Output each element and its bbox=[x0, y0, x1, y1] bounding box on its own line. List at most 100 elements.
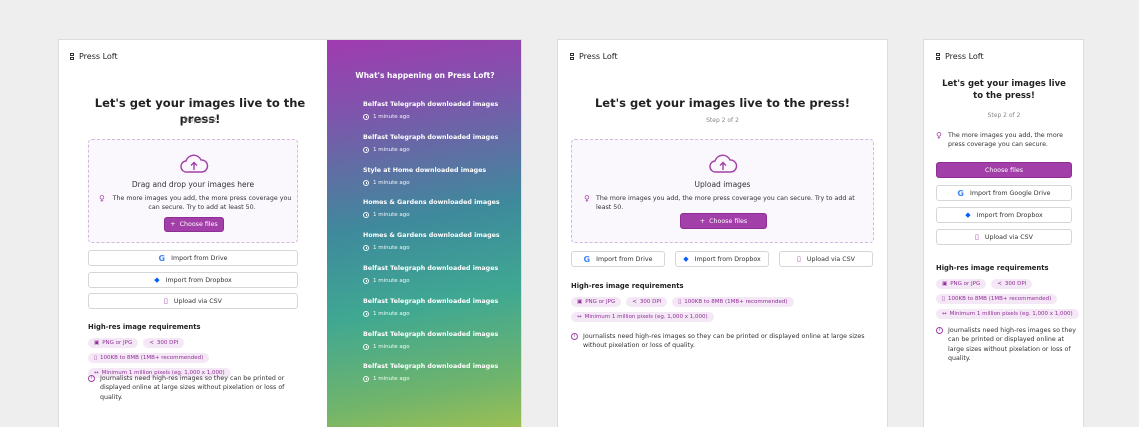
desktop-frame: Press Loft Let's get your images live to… bbox=[58, 39, 522, 427]
clock-icon bbox=[363, 114, 369, 120]
info-note: i Journalists need high-res images so th… bbox=[936, 326, 1076, 364]
page-title: Let's get your images live to the press! bbox=[942, 79, 1066, 101]
dropbox-icon: ◆ bbox=[154, 276, 160, 284]
requirements-title: High-res image requirements bbox=[571, 282, 684, 290]
requirements-title: High-res image requirements bbox=[88, 323, 201, 331]
pill-format: ▣ PNG or JPG bbox=[936, 279, 987, 289]
dpi-icon: ≺ bbox=[149, 340, 154, 346]
google-drive-icon: G bbox=[957, 188, 964, 198]
pill-size: ▯ 100KB to 8MB (1MB+ recommended) bbox=[88, 353, 210, 363]
step-indicator: Step 2 of 2 bbox=[183, 117, 217, 124]
info-text: Journalists need high-res images so they… bbox=[100, 375, 285, 401]
info-text: Journalists need high-res images so they… bbox=[583, 333, 865, 350]
import-google-drive-label: Import from Google Drive bbox=[970, 189, 1051, 197]
tip: ♀ The more images you add, the more pres… bbox=[99, 194, 293, 212]
upload-csv-label: Upload via CSV bbox=[806, 255, 855, 263]
choose-files-button[interactable]: Choose files bbox=[936, 162, 1072, 178]
info-note: i Journalists need high-res images so th… bbox=[571, 332, 871, 351]
choose-files-label: Choose files bbox=[179, 221, 218, 228]
brand-logo[interactable]: Press Loft bbox=[936, 52, 984, 61]
requirements-pills: ▣ PNG or JPG ≺ 300 DPI ▯ 100KB to 8MB (1MB+… bbox=[88, 338, 303, 378]
import-dropbox-button[interactable]: ◆ Import from Dropbox bbox=[675, 251, 769, 267]
dropbox-icon: ◆ bbox=[965, 211, 971, 219]
tip-text: The more images you add, the more press … bbox=[948, 132, 1063, 149]
brand-name: Press Loft bbox=[945, 52, 984, 61]
dpi-icon: ≺ bbox=[632, 299, 637, 305]
pill-format: ▣ PNG or JPG bbox=[88, 338, 139, 348]
google-drive-icon: G bbox=[583, 254, 591, 264]
logo-icon bbox=[570, 53, 574, 60]
upload-cloud-icon bbox=[180, 154, 209, 173]
choose-files-button[interactable]: + Choose files bbox=[164, 217, 224, 232]
import-drive-label: Import from Drive bbox=[171, 254, 228, 262]
dpi-icon: ≺ bbox=[997, 281, 1002, 287]
brand-name: Press Loft bbox=[79, 52, 118, 61]
requirements-pills: ▣ PNG or JPG ≺ 300 DPI ▯ 100KB to 8MB (1MB+… bbox=[936, 279, 1079, 319]
requirements-pills: ▣ PNG or JPG ≺ 300 DPI ▯ 100KB to 8MB (1MB+… bbox=[571, 297, 811, 322]
import-dropbox-button[interactable]: ◆ Import from Dropbox bbox=[936, 207, 1072, 223]
feed-item: Belfast Telegraph downloaded images 1 min… bbox=[363, 101, 499, 120]
upload-csv-label: Upload via CSV bbox=[984, 233, 1033, 241]
import-drive-label: Import from Drive bbox=[596, 255, 653, 263]
file-icon: ▯ bbox=[975, 233, 979, 241]
clock-icon bbox=[363, 376, 369, 382]
pill-pixels: ↔ Minimum 1 million pixels (eg. 1,000 x 1… bbox=[571, 312, 714, 322]
import-dropbox-button[interactable]: ◆ Import from Dropbox bbox=[88, 272, 298, 288]
import-dropbox-label: Import from Dropbox bbox=[976, 211, 1043, 219]
lightbulb-icon: ♀ bbox=[936, 131, 942, 140]
feed-title: What's happening on Press Loft? bbox=[355, 71, 495, 80]
feed-item: Homes & Gardens downloaded images 1 minut… bbox=[363, 232, 500, 251]
info-note: i Journalists need high-res images so th… bbox=[88, 374, 303, 402]
dropbox-icon: ◆ bbox=[683, 255, 689, 263]
clock-icon bbox=[363, 278, 369, 284]
info-text: Journalists need high-res images so they… bbox=[948, 327, 1076, 363]
upload-csv-button[interactable]: ▯ Upload via CSV bbox=[779, 251, 873, 267]
dropzone[interactable]: Upload images ♀ The more images you add,… bbox=[571, 139, 874, 243]
import-dropbox-label: Import from Dropbox bbox=[694, 255, 761, 263]
tip-text: The more images you add, the more press … bbox=[596, 195, 855, 212]
step-indicator: Step 2 of 2 bbox=[706, 117, 739, 124]
requirements-title: High-res image requirements bbox=[936, 264, 1049, 272]
plus-icon: + bbox=[699, 217, 706, 225]
page-title: Let's get your images live to the press! bbox=[594, 96, 851, 110]
pill-dpi: ≺ 300 DPI bbox=[991, 279, 1033, 289]
image-icon: ▣ bbox=[577, 299, 583, 305]
pill-size: ▯ 100KB to 8MB (1MB+ recommended) bbox=[936, 294, 1058, 304]
upload-cloud-icon bbox=[709, 154, 738, 173]
pill-size: ▯ 100KB to 8MB (1MB+ recommended) bbox=[672, 297, 794, 307]
info-icon: i bbox=[571, 333, 578, 340]
pill-format: ▣ PNG or JPG bbox=[571, 297, 622, 307]
upload-csv-label: Upload via CSV bbox=[173, 297, 222, 305]
image-icon: ▣ bbox=[942, 281, 948, 287]
file-size-icon: ▯ bbox=[94, 355, 98, 361]
file-size-icon: ▯ bbox=[942, 296, 946, 302]
clock-icon bbox=[363, 344, 369, 350]
import-drive-button[interactable]: G Import from Drive bbox=[88, 250, 298, 266]
brand-logo[interactable]: Press Loft bbox=[70, 52, 118, 61]
upload-csv-button[interactable]: ▯ Upload via CSV bbox=[936, 229, 1072, 245]
tablet-frame: Press Loft Let's get your images live to… bbox=[557, 39, 888, 427]
dropzone[interactable]: Drag and drop your images here ♀ The mor… bbox=[88, 139, 298, 243]
brand-logo[interactable]: Press Loft bbox=[570, 52, 618, 61]
file-icon: ▯ bbox=[797, 255, 801, 263]
import-google-drive-button[interactable]: G Import from Google Drive bbox=[936, 185, 1072, 201]
import-drive-button[interactable]: G Import from Drive bbox=[571, 251, 665, 267]
dropzone-title: Drag and drop your images here bbox=[131, 180, 255, 189]
choose-files-button[interactable]: + Choose files bbox=[680, 213, 767, 229]
feed-item: Belfast Telegraph downloaded images 1 min… bbox=[363, 298, 499, 317]
tip-text: The more images you add, the more press … bbox=[112, 195, 292, 212]
feed-item: Belfast Telegraph downloaded images 1 min… bbox=[363, 134, 499, 153]
file-size-icon: ▯ bbox=[678, 299, 682, 305]
mobile-frame: Press Loft Let's get your images live to… bbox=[923, 39, 1084, 427]
choose-files-label: Choose files bbox=[709, 217, 748, 225]
clock-icon bbox=[363, 147, 369, 153]
image-icon: ▣ bbox=[94, 340, 100, 346]
clock-icon bbox=[363, 212, 369, 218]
import-dropbox-label: Import from Dropbox bbox=[165, 276, 232, 284]
upload-csv-button[interactable]: ▯ Upload via CSV bbox=[88, 293, 298, 309]
clock-icon bbox=[363, 245, 369, 251]
file-icon: ▯ bbox=[164, 297, 168, 305]
feed-item: Belfast Telegraph downloaded images 1 min… bbox=[363, 363, 499, 382]
step-indicator: Step 2 of 2 bbox=[987, 112, 1021, 119]
brand-name: Press Loft bbox=[579, 52, 618, 61]
